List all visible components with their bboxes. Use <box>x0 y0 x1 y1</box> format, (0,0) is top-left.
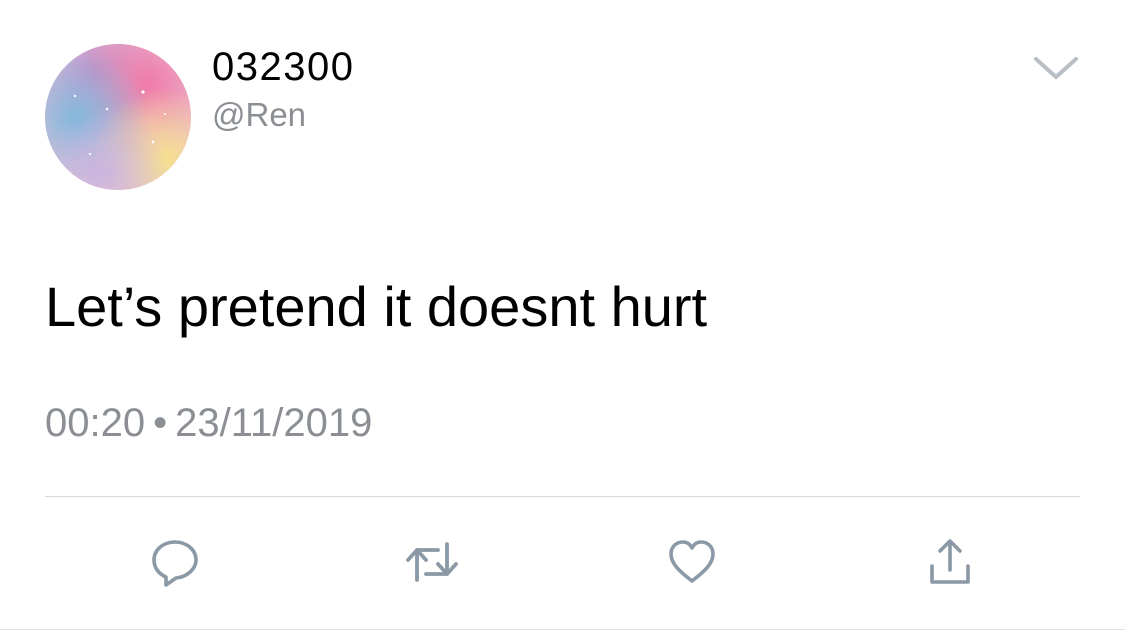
reply-button[interactable] <box>147 534 203 590</box>
chevron-down-icon <box>1034 57 1078 79</box>
tweet-actions <box>0 530 1125 594</box>
timestamp-separator: • <box>153 401 168 445</box>
tweet-text: Let’s pretend it doesnt hurt <box>45 275 708 338</box>
share-icon <box>930 539 970 584</box>
heart-icon <box>669 540 715 583</box>
tweet-date: 23/11/2019 <box>175 401 373 445</box>
bottom-divider <box>0 629 1125 630</box>
tweet-card: 032300 @Ren Let’s pretend it doesnt hurt… <box>0 0 1125 632</box>
retweet-button[interactable] <box>404 534 460 590</box>
avatar[interactable] <box>45 44 191 190</box>
username-handle[interactable]: @Ren <box>212 92 306 138</box>
retweet-icon <box>406 542 458 582</box>
tweet-time: 00:20 <box>45 401 146 445</box>
avatar-image <box>45 44 191 190</box>
display-name[interactable]: 032300 <box>212 40 354 94</box>
reply-icon <box>152 540 198 587</box>
divider <box>45 496 1080 497</box>
share-button[interactable] <box>922 534 978 590</box>
tweet-menu-button[interactable] <box>1028 48 1084 88</box>
like-button[interactable] <box>664 534 720 590</box>
tweet-timestamp: 00:20 • 23/11/2019 <box>45 397 372 449</box>
